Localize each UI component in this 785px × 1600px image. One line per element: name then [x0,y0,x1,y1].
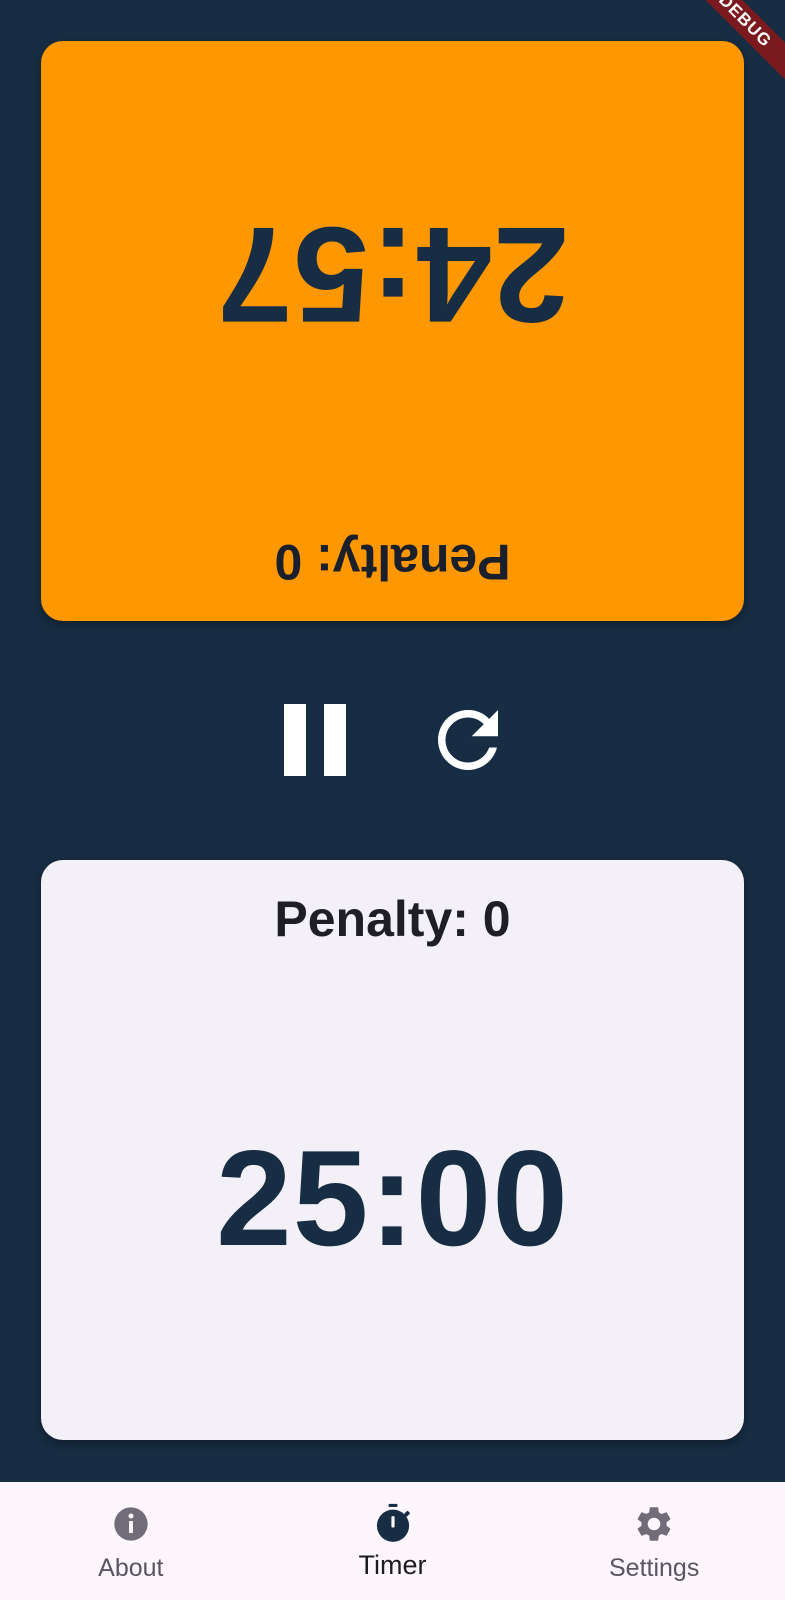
timer-controls [0,700,785,780]
info-icon [109,1502,153,1546]
reset-button[interactable] [423,695,513,785]
player-bottom-penalty: Penalty: 0 [274,891,511,947]
nav-item-settings[interactable]: Settings [523,1482,785,1600]
player-bottom-time: 25:00 [216,1122,569,1274]
nav-label-settings: Settings [609,1554,700,1582]
player-top-penalty: Penalty: 0 [274,534,511,590]
nav-label-timer: Timer [358,1550,427,1580]
player-top-time: 24:57 [216,199,569,351]
player-bottom-content: Penalty: 0 25:00 [41,860,744,1440]
pause-icon [284,704,346,776]
player-bottom-card[interactable]: Penalty: 0 25:00 [41,860,744,1440]
player-top-content: Penalty: 0 24:57 [41,41,744,621]
player-top-card[interactable]: Penalty: 0 24:57 [41,41,744,621]
nav-label-about: About [98,1554,164,1582]
timer-icon [371,1502,415,1546]
gear-icon [632,1502,676,1546]
reset-icon [438,710,498,770]
nav-item-timer[interactable]: Timer [262,1482,524,1600]
bottom-navigation: About Timer Settings [0,1482,785,1600]
nav-item-about[interactable]: About [0,1482,262,1600]
pause-button[interactable] [270,695,360,785]
